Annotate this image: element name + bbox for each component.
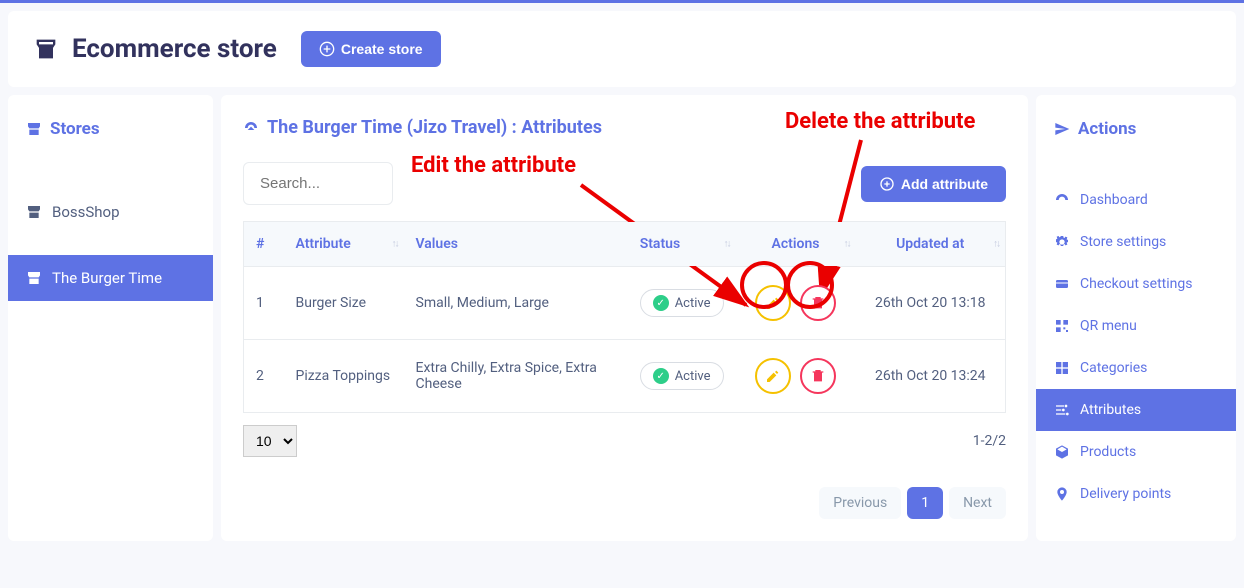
action-dashboard[interactable]: Dashboard — [1036, 179, 1236, 221]
cell-num: 2 — [244, 340, 284, 413]
edit-button[interactable] — [755, 285, 791, 321]
trash-icon — [810, 368, 826, 384]
qr-icon — [1054, 318, 1070, 334]
cell-updated: 26th Oct 20 13:24 — [856, 340, 1006, 413]
sidebar-item-label: BossShop — [52, 203, 120, 221]
main-title: The Burger Time (Jizo Travel) : Attribut… — [243, 117, 1006, 138]
page-title: Ecommerce store — [32, 34, 277, 64]
gauge-icon — [243, 120, 259, 136]
store-icon — [26, 204, 42, 220]
sidebar-right-heading: Actions — [1036, 113, 1236, 159]
page-title-text: Ecommerce store — [72, 34, 277, 64]
trash-icon — [810, 295, 826, 311]
prev-button[interactable]: Previous — [819, 487, 901, 519]
send-icon — [1054, 121, 1070, 137]
col-actions: Actions↑↓ — [736, 222, 856, 267]
box-icon — [1054, 444, 1070, 460]
action-qr-menu[interactable]: QR menu — [1036, 305, 1236, 347]
delete-button[interactable] — [800, 358, 836, 394]
cell-status: ✓Active — [628, 267, 736, 340]
create-store-button[interactable]: Create store — [301, 31, 441, 67]
gauge-icon — [1054, 192, 1070, 208]
main-panel: The Burger Time (Jizo Travel) : Attribut… — [221, 95, 1028, 541]
cell-status: ✓Active — [628, 340, 736, 413]
sidebar-left-heading: Stores — [8, 113, 213, 159]
store-icon — [26, 121, 42, 137]
action-categories[interactable]: Categories — [1036, 347, 1236, 389]
sidebar-right: Actions Dashboard Store settings Checkou… — [1036, 95, 1236, 541]
pagination: Previous 1 Next — [243, 487, 1006, 519]
action-delivery-points[interactable]: Delivery points — [1036, 473, 1236, 515]
delete-button[interactable] — [800, 285, 836, 321]
action-attributes[interactable]: Attributes — [1036, 389, 1236, 431]
cell-values: Extra Chilly, Extra Spice, Extra Cheese — [404, 340, 628, 413]
range-text: 1-2/2 — [973, 433, 1006, 449]
action-store-settings[interactable]: Store settings — [1036, 221, 1236, 263]
col-updated[interactable]: Updated at↑↓ — [856, 222, 1006, 267]
add-attribute-button[interactable]: Add attribute — [861, 166, 1006, 202]
edit-button[interactable] — [755, 358, 791, 394]
search-input[interactable] — [243, 162, 393, 205]
page-size-select[interactable]: 10 — [243, 425, 297, 457]
col-status[interactable]: Status↑↓ — [628, 222, 736, 267]
gear-icon — [1054, 234, 1070, 250]
pin-icon — [1054, 486, 1070, 502]
col-num[interactable]: # — [244, 222, 284, 267]
action-products[interactable]: Products — [1036, 431, 1236, 473]
grid-icon — [1054, 360, 1070, 376]
table-row: 1 Burger Size Small, Medium, Large ✓Acti… — [244, 267, 1006, 340]
next-button[interactable]: Next — [949, 487, 1006, 519]
card-icon — [1054, 276, 1070, 292]
attributes-table: # Attribute↑↓ Values Status↑↓ Actions↑↓ … — [243, 221, 1006, 413]
store-icon — [32, 35, 60, 63]
cell-num: 1 — [244, 267, 284, 340]
cell-updated: 26th Oct 20 13:18 — [856, 267, 1006, 340]
check-icon: ✓ — [653, 295, 669, 311]
plus-circle-icon — [879, 176, 895, 192]
sidebar-item-label: The Burger Time — [52, 269, 162, 287]
cell-actions — [736, 340, 856, 413]
cell-attr: Pizza Toppings — [284, 340, 404, 413]
sliders-icon — [1054, 402, 1070, 418]
plus-circle-icon — [319, 41, 335, 57]
edit-icon — [765, 295, 781, 311]
store-icon — [26, 270, 42, 286]
col-attribute[interactable]: Attribute↑↓ — [284, 222, 404, 267]
cell-actions — [736, 267, 856, 340]
col-values[interactable]: Values — [404, 222, 628, 267]
cell-values: Small, Medium, Large — [404, 267, 628, 340]
action-checkout-settings[interactable]: Checkout settings — [1036, 263, 1236, 305]
sidebar-left: Stores BossShop The Burger Time — [8, 95, 213, 541]
sidebar-item-bossshop[interactable]: BossShop — [8, 189, 213, 235]
check-icon: ✓ — [653, 368, 669, 384]
edit-icon — [765, 368, 781, 384]
header: Ecommerce store Create store — [8, 11, 1236, 87]
page-1-button[interactable]: 1 — [907, 487, 943, 519]
sidebar-item-burger-time[interactable]: The Burger Time — [8, 255, 213, 301]
table-row: 2 Pizza Toppings Extra Chilly, Extra Spi… — [244, 340, 1006, 413]
cell-attr: Burger Size — [284, 267, 404, 340]
